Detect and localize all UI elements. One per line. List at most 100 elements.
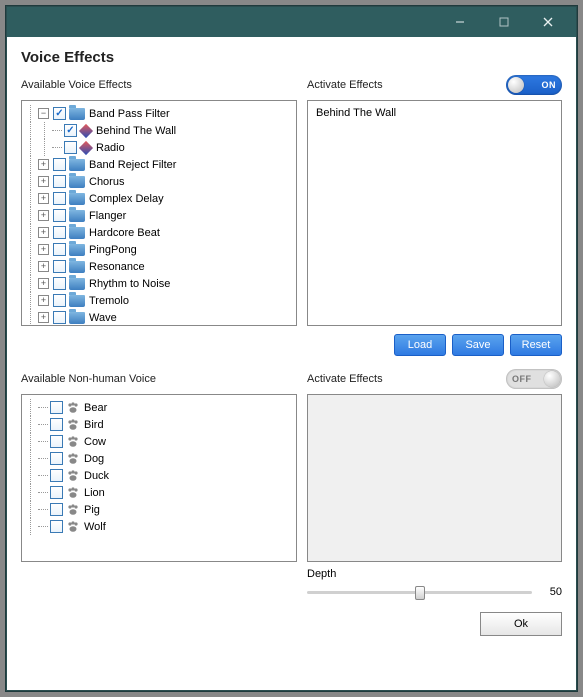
paw-icon <box>66 504 80 516</box>
tree-item[interactable]: +Chorus <box>24 173 294 190</box>
paw-icon <box>66 436 80 448</box>
checkbox[interactable] <box>53 243 66 256</box>
checkbox[interactable] <box>53 175 66 188</box>
tree-item[interactable]: Radio <box>24 139 294 156</box>
active-effects-bottom-list[interactable] <box>307 394 562 562</box>
checkbox[interactable]: ✓ <box>53 107 66 120</box>
tree-item[interactable]: + Band Reject Filter <box>24 156 294 173</box>
folder-icon <box>69 244 85 256</box>
voice-effects-window: Voice Effects Available Voice Effects −✓… <box>6 6 577 691</box>
paw-icon <box>66 521 80 533</box>
folder-icon <box>69 159 85 171</box>
checkbox[interactable] <box>50 401 63 414</box>
tree-item[interactable]: −✓Band Pass Filter <box>24 105 294 122</box>
expand-icon[interactable]: + <box>38 261 49 272</box>
checkbox[interactable] <box>53 192 66 205</box>
toggle-knob-icon <box>508 77 524 93</box>
paw-icon <box>66 419 80 431</box>
expand-icon[interactable]: + <box>38 244 49 255</box>
reset-button[interactable]: Reset <box>510 334 562 356</box>
tree-item-label: Wolf <box>84 521 106 533</box>
diamond-icon <box>80 142 92 154</box>
active-effects-top-list[interactable]: Behind The Wall <box>307 100 562 326</box>
tree-item[interactable]: Pig <box>24 501 294 518</box>
expand-icon[interactable]: + <box>38 312 49 323</box>
checkbox[interactable] <box>53 209 66 222</box>
checkbox[interactable] <box>53 158 66 171</box>
load-button[interactable]: Load <box>394 334 446 356</box>
tree-item[interactable]: + PingPong <box>24 241 294 258</box>
paw-icon <box>66 402 80 414</box>
checkbox[interactable] <box>53 226 66 239</box>
tree-item[interactable]: +Flanger <box>24 207 294 224</box>
checkbox[interactable] <box>64 141 77 154</box>
checkbox[interactable] <box>50 469 63 482</box>
tree-item[interactable]: + Resonance <box>24 258 294 275</box>
tree-item[interactable]: + Complex Delay <box>24 190 294 207</box>
tree-item-label: Radio <box>96 142 125 154</box>
page-title: Voice Effects <box>21 49 562 66</box>
checkbox[interactable] <box>50 503 63 516</box>
tree-item[interactable]: +Wave <box>24 309 294 326</box>
folder-icon <box>69 193 85 205</box>
expand-icon[interactable]: + <box>38 176 49 187</box>
checkbox[interactable] <box>53 294 66 307</box>
expand-icon[interactable]: + <box>38 159 49 170</box>
list-item[interactable]: Behind The Wall <box>316 107 553 119</box>
tree-item-label: Bear <box>84 402 107 414</box>
tree-item[interactable]: Dog <box>24 450 294 467</box>
tree-item[interactable]: Bear <box>24 399 294 416</box>
checkbox[interactable] <box>53 311 66 324</box>
tree-item-label: Behind The Wall <box>96 125 176 137</box>
tree-item[interactable]: Duck <box>24 467 294 484</box>
checkbox[interactable] <box>50 486 63 499</box>
tree-item[interactable]: +Tremolo <box>24 292 294 309</box>
tree-item[interactable]: Bird <box>24 416 294 433</box>
tree-item[interactable]: +Rhythm to Noise <box>24 275 294 292</box>
depth-slider-thumb[interactable] <box>415 586 425 600</box>
checkbox[interactable] <box>50 435 63 448</box>
voice-effects-tree[interactable]: −✓Band Pass Filter✓Behind The WallRadio+… <box>21 100 297 326</box>
folder-icon <box>69 261 85 273</box>
tree-item[interactable]: Lion <box>24 484 294 501</box>
checkbox[interactable] <box>53 277 66 290</box>
tree-item-label: Resonance <box>89 261 145 273</box>
checkbox[interactable] <box>53 260 66 273</box>
checkbox[interactable] <box>50 520 63 533</box>
tree-item-label: Bird <box>84 419 104 431</box>
ok-button[interactable]: Ok <box>480 612 562 636</box>
checkbox[interactable] <box>50 418 63 431</box>
checkbox[interactable] <box>50 452 63 465</box>
maximize-button[interactable] <box>482 10 526 34</box>
tree-item-label: Hardcore Beat <box>89 227 160 239</box>
checkbox[interactable]: ✓ <box>64 124 77 137</box>
activate-effects-bottom-toggle[interactable]: OFF <box>506 369 562 389</box>
activate-effects-top-label: Activate Effects <box>307 79 383 91</box>
tree-item-label: Complex Delay <box>89 193 164 205</box>
folder-icon <box>69 278 85 290</box>
expand-icon[interactable]: + <box>38 210 49 221</box>
tree-item-label: Band Reject Filter <box>89 159 176 171</box>
expand-icon[interactable]: + <box>38 193 49 204</box>
toggle-knob-icon <box>544 371 560 387</box>
save-button[interactable]: Save <box>452 334 504 356</box>
tree-item[interactable]: Cow <box>24 433 294 450</box>
depth-label: Depth <box>307 568 562 580</box>
tree-item-label: PingPong <box>89 244 137 256</box>
folder-icon <box>69 295 85 307</box>
collapse-icon[interactable]: − <box>38 108 49 119</box>
expand-icon[interactable]: + <box>38 295 49 306</box>
close-button[interactable] <box>526 10 570 34</box>
titlebar <box>7 7 576 37</box>
minimize-button[interactable] <box>438 10 482 34</box>
activate-effects-top-toggle[interactable]: ON <box>506 75 562 95</box>
depth-slider[interactable] <box>307 591 532 594</box>
nonhuman-voice-tree[interactable]: Bear Bird CowDog Duck LionPig Wolf <box>21 394 297 562</box>
expand-icon[interactable]: + <box>38 227 49 238</box>
tree-item[interactable]: ✓ Behind The Wall <box>24 122 294 139</box>
tree-item[interactable]: Wolf <box>24 518 294 535</box>
expand-icon[interactable]: + <box>38 278 49 289</box>
tree-item-label: Duck <box>84 470 109 482</box>
folder-icon <box>69 312 85 324</box>
tree-item[interactable]: + Hardcore Beat <box>24 224 294 241</box>
